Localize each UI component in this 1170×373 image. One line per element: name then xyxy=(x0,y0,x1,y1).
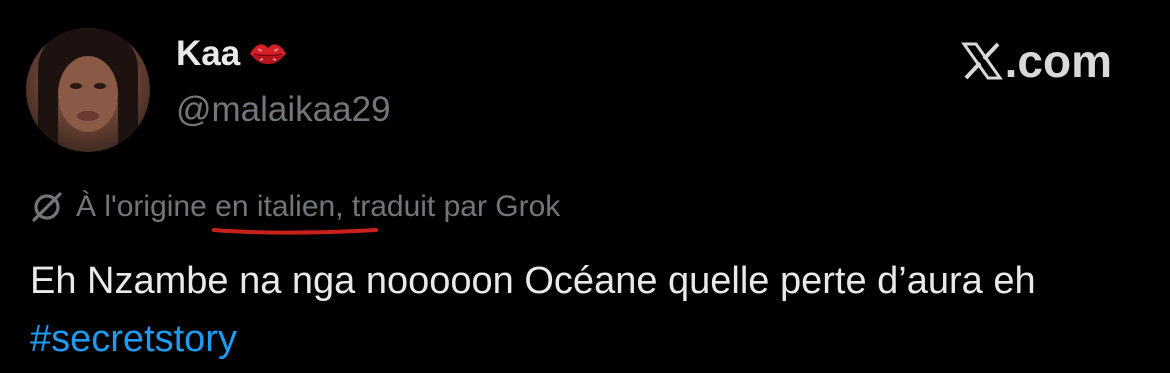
display-name-text: Kaa xyxy=(176,34,241,73)
hashtag-link[interactable]: #secretstory xyxy=(30,318,237,360)
red-underline-annotation xyxy=(212,228,378,235)
translation-notice[interactable]: À l'origine en italien, traduit par Grok xyxy=(30,190,560,224)
x-com-logo: .com xyxy=(960,35,1112,87)
translate-icon xyxy=(30,190,64,224)
tweet-body: Eh Nzambe na nga nooooon Océane quelle p… xyxy=(30,252,1140,368)
avatar[interactable] xyxy=(26,28,150,152)
translation-text: À l'origine en italien, traduit par Grok xyxy=(76,190,561,223)
avatar-portrait xyxy=(38,28,138,152)
author-display-name[interactable]: Kaa xyxy=(176,36,288,71)
x-domain-text: .com xyxy=(1004,35,1112,87)
x-logo-icon xyxy=(960,40,1003,82)
tweet-text: Eh Nzambe na nga nooooon Océane quelle p… xyxy=(30,260,1036,302)
author-handle[interactable]: @malaikaa29 xyxy=(176,92,391,127)
lips-emoji-icon xyxy=(248,37,288,71)
